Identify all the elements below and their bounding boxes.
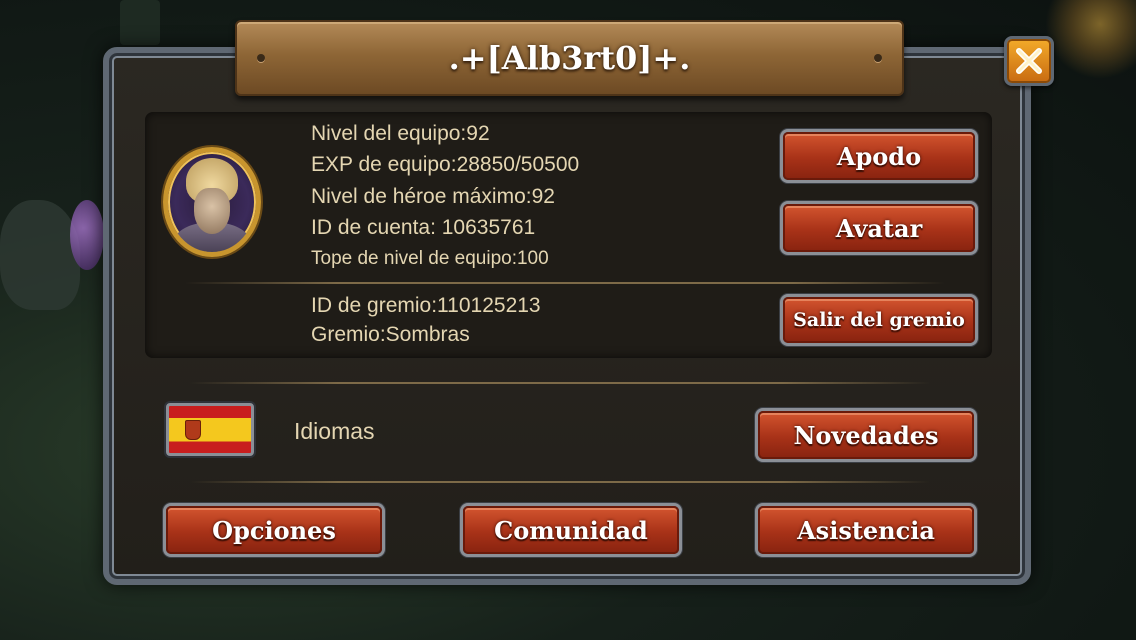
player-avatar[interactable]	[163, 147, 261, 257]
section-divider-top	[190, 382, 930, 384]
language-label: Idiomas	[294, 418, 375, 444]
team-level-text: Nivel del equipo:92	[311, 122, 490, 145]
team-exp-text: EXP de equipo:28850/50500	[311, 153, 580, 176]
section-divider-bottom	[190, 481, 930, 483]
nail-left	[257, 54, 265, 62]
leave-guild-button[interactable]: Salir del gremio	[783, 297, 975, 343]
nail-right	[874, 54, 882, 62]
options-button[interactable]: Opciones	[166, 506, 382, 554]
guild-name-text: Gremio:Sombras	[311, 323, 470, 346]
background-tree	[120, 0, 160, 45]
background-rock	[0, 200, 80, 310]
background-orb	[70, 200, 104, 270]
background-leaves	[1046, 0, 1136, 80]
title-plank: .+[Alb3rt0]+.	[235, 20, 904, 96]
team-level-cap-text: Tope de nivel de equipo:100	[311, 248, 549, 269]
avatar-button[interactable]: Avatar	[783, 204, 975, 252]
news-button[interactable]: Novedades	[758, 411, 974, 459]
avatar-face	[194, 188, 230, 234]
community-button[interactable]: Comunidad	[463, 506, 679, 554]
flag-emblem	[185, 420, 201, 440]
close-button[interactable]	[1004, 36, 1054, 86]
nickname-button[interactable]: Apodo	[783, 132, 975, 180]
guild-id-text: ID de gremio:110125213	[311, 294, 541, 317]
account-id-text: ID de cuenta: 10635761	[311, 216, 536, 239]
spain-flag-icon[interactable]	[166, 403, 254, 456]
player-name-title: .+[Alb3rt0]+.	[448, 39, 691, 77]
support-button[interactable]: Asistencia	[758, 506, 974, 554]
info-divider	[185, 282, 945, 284]
close-x-icon	[1016, 48, 1042, 74]
max-hero-level-text: Nivel de héroe máximo:92	[311, 185, 555, 208]
